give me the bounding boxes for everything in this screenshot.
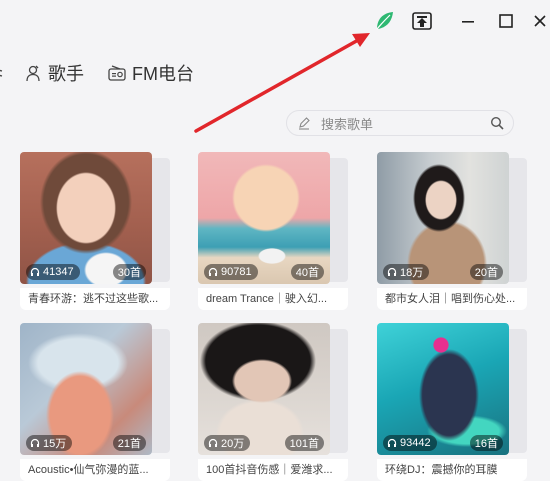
headphones-icon <box>30 438 40 447</box>
play-count: 18万 <box>400 267 424 279</box>
song-count-badge: 20首 <box>469 264 503 280</box>
playlist-cover[interactable]: 20万 101首 <box>198 323 330 455</box>
play-count-badge: 41347 <box>26 264 80 280</box>
playlist-cover[interactable]: 90781 40首 <box>198 152 330 284</box>
playlist-title[interactable]: Acoustic•仙气弥漫的蓝... <box>20 459 170 481</box>
singer-icon <box>26 65 40 82</box>
nav-item-fm-radio[interactable]: FM电台 <box>108 58 194 88</box>
headphones-icon <box>387 267 397 276</box>
minimize-icon <box>462 21 474 23</box>
playlist-title[interactable]: 环绕DJ：震撼你的耳膜 <box>377 459 527 481</box>
play-count: 41347 <box>43 266 74 278</box>
headphones-icon <box>208 267 218 276</box>
close-icon <box>534 15 546 27</box>
playlist-title[interactable]: dream Trance｜驶入幻... <box>198 288 348 310</box>
maximize-button[interactable] <box>494 9 518 33</box>
playlist-title[interactable]: 100首抖音伤感｜爱潍求... <box>198 459 348 481</box>
song-count-badge: 40首 <box>290 264 324 280</box>
play-count: 15万 <box>43 438 67 450</box>
play-count: 93442 <box>400 437 431 449</box>
playlist-cover[interactable]: 18万 20首 <box>377 152 509 284</box>
headphones-icon <box>387 438 397 447</box>
pin-top-button[interactable] <box>410 9 434 33</box>
play-count-badge: 93442 <box>383 435 437 451</box>
close-button[interactable] <box>528 9 550 33</box>
play-count-badge: 15万 <box>26 435 73 451</box>
play-count: 90781 <box>221 266 252 278</box>
playlist-cover[interactable]: 41347 30首 <box>20 152 152 284</box>
search-input[interactable] <box>319 114 483 134</box>
partial-nav-icon <box>0 69 3 77</box>
top-nav: 歌手 FM电台 <box>0 58 550 88</box>
play-count-badge: 20万 <box>204 435 251 451</box>
nav-item-partial[interactable] <box>0 58 4 88</box>
song-count-badge: 30首 <box>112 264 146 280</box>
play-count-badge: 90781 <box>204 264 258 280</box>
playlist-title[interactable]: 都市女人泪｜唱到伤心处... <box>377 288 527 310</box>
minimize-button[interactable] <box>456 9 480 33</box>
headphones-icon <box>30 267 40 276</box>
leaf-icon[interactable] <box>372 9 396 33</box>
maximize-icon <box>499 14 513 28</box>
play-count-badge: 18万 <box>383 264 430 280</box>
playlist-title[interactable]: 青春环游：逃不过这些歌... <box>20 288 170 310</box>
playlist-cover[interactable]: 93442 16首 <box>377 323 509 455</box>
pin-top-icon <box>412 12 432 30</box>
nav-item-singer[interactable]: 歌手 <box>24 58 84 88</box>
song-count-badge: 21首 <box>112 435 146 451</box>
play-count: 20万 <box>221 438 245 450</box>
song-count-badge: 101首 <box>284 435 324 451</box>
playlist-search[interactable] <box>286 110 514 136</box>
nav-singer-label: 歌手 <box>48 64 84 84</box>
search-icon[interactable] <box>490 116 504 130</box>
radio-icon <box>108 65 126 81</box>
edit-icon <box>299 117 310 130</box>
title-bar <box>0 0 550 42</box>
headphones-icon <box>208 438 218 447</box>
song-count-badge: 16首 <box>469 435 503 451</box>
nav-fm-label: FM电台 <box>132 64 194 84</box>
playlist-cover[interactable]: 15万 21首 <box>20 323 152 455</box>
